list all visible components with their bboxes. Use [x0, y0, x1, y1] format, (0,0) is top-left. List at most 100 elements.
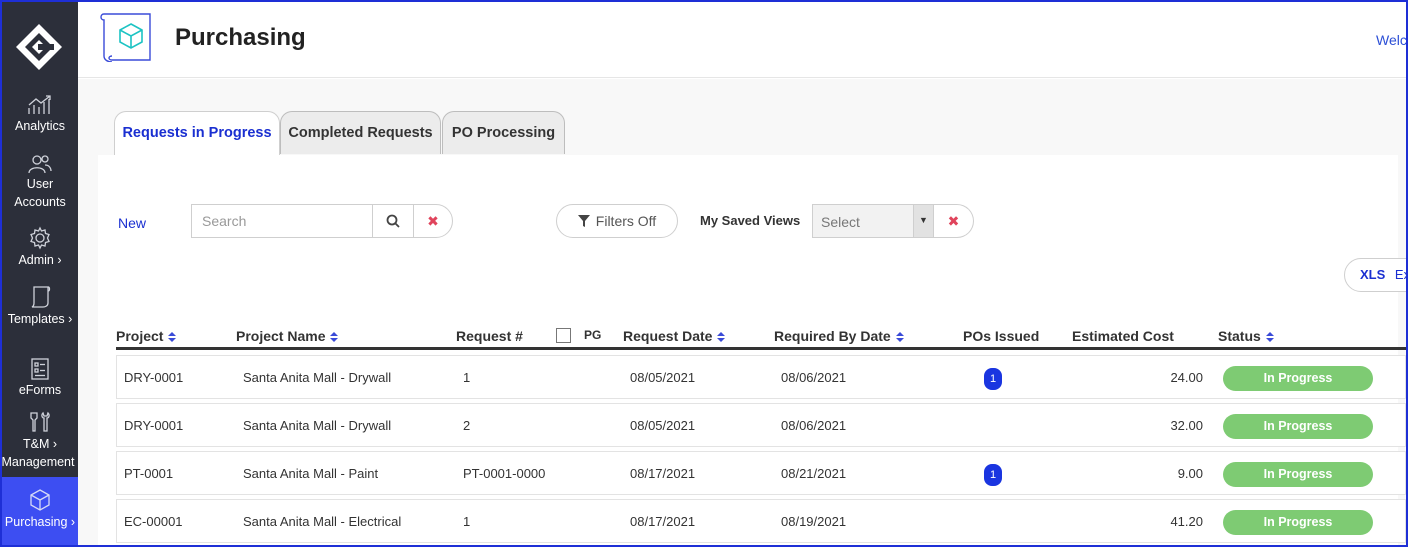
close-icon: ✖	[947, 212, 960, 229]
sidebar-item-purchasing[interactable]: Purchasing ›	[2, 477, 78, 545]
column-label: Required By Date	[774, 328, 891, 344]
search-icon	[386, 214, 400, 228]
sidebar-item-label: T&M ›	[22, 437, 58, 451]
sidebar-item-admin[interactable]: Admin ›	[2, 226, 78, 269]
column-label: Project	[116, 328, 164, 344]
status-badge: In Progress	[1223, 510, 1373, 535]
app-logo[interactable]	[14, 22, 64, 72]
cell-required-by-date: 08/06/2021	[781, 418, 847, 433]
sidebar-item-templates[interactable]: Templates ›	[2, 285, 78, 328]
search-group: ✖	[191, 204, 453, 238]
cell-project: DRY-0001	[124, 370, 184, 385]
xls-label: XLS	[1360, 267, 1386, 282]
tools-icon	[30, 411, 50, 432]
page-title: Purchasing	[175, 24, 306, 51]
main-content: Requests in Progress Completed Requests …	[78, 79, 1406, 545]
cell-project-name: Santa Anita Mall - Electrical	[243, 514, 402, 529]
sidebar-item-label: eForms	[18, 383, 62, 397]
form-icon	[31, 358, 49, 380]
sidebar-item-label-2: Management	[1, 455, 75, 469]
clear-search-button[interactable]: ✖	[414, 205, 452, 237]
users-icon	[28, 155, 52, 174]
status-badge: In Progress	[1223, 414, 1373, 439]
column-status[interactable]: Status	[1218, 328, 1274, 344]
column-project-name[interactable]: Project Name	[236, 328, 339, 344]
column-label: Request Date	[623, 328, 713, 344]
cell-project: PT-0001	[124, 466, 174, 481]
cell-estimated-cost: 32.00	[1170, 418, 1203, 433]
export-xls-button[interactable]: XLS Ex	[1344, 258, 1406, 292]
sidebar-item-user-accounts[interactable]: User Accounts	[2, 154, 78, 211]
table-row[interactable]: DRY-0001 Santa Anita Mall - Drywall 2 08…	[116, 403, 1406, 447]
cell-estimated-cost: 9.00	[1177, 466, 1203, 481]
pos-issued-badge[interactable]: 1	[984, 368, 1002, 390]
scroll-icon	[31, 286, 51, 308]
sort-icon	[1265, 332, 1274, 343]
cell-estimated-cost: 24.00	[1170, 370, 1203, 385]
search-button[interactable]	[372, 205, 414, 237]
pg-select-all-checkbox[interactable]	[556, 328, 571, 343]
table-row[interactable]: PT-0001 Santa Anita Mall - Paint PT-0001…	[116, 451, 1406, 495]
sort-icon	[168, 332, 177, 343]
cell-request-date: 08/17/2021	[630, 514, 696, 529]
cell-required-by-date: 08/19/2021	[781, 514, 847, 529]
cell-required-by-date: 08/06/2021	[781, 370, 847, 385]
tab-completed-requests[interactable]: Completed Requests	[280, 111, 441, 154]
page-header: Purchasing Welc	[78, 2, 1406, 78]
purchasing-cube-icon	[98, 10, 156, 63]
tab-po-processing[interactable]: PO Processing	[442, 111, 565, 154]
chart-up-icon	[28, 95, 51, 114]
new-request-link[interactable]: New	[118, 215, 146, 231]
table-row[interactable]: DRY-0001 Santa Anita Mall - Drywall 1 08…	[116, 355, 1406, 399]
pos-issued-badge[interactable]: 1	[984, 464, 1002, 486]
sidebar-item-label: User Accounts	[14, 177, 66, 209]
column-project[interactable]: Project	[116, 328, 177, 344]
sidebar-item-analytics[interactable]: Analytics	[2, 94, 78, 135]
column-label: Request #	[456, 328, 523, 344]
column-required-by-date[interactable]: Required By Date	[774, 328, 904, 344]
cell-project-name: Santa Anita Mall - Drywall	[243, 370, 392, 385]
table-row[interactable]: EC-00001 Santa Anita Mall - Electrical 1…	[116, 499, 1406, 543]
filters-toggle-button[interactable]: Filters Off	[556, 204, 678, 238]
close-icon: ✖	[427, 212, 439, 229]
cell-request-number: 2	[463, 418, 471, 433]
status-badge: In Progress	[1223, 366, 1373, 391]
sort-icon	[717, 332, 726, 343]
sidebar-item-label: Admin ›	[18, 253, 62, 267]
cell-request-number: 1	[463, 370, 471, 385]
filters-label: Filters Off	[595, 213, 657, 229]
caret-down-icon: ▼	[913, 205, 933, 237]
gear-icon	[30, 226, 50, 250]
cell-request-date: 08/05/2021	[630, 418, 696, 433]
filter-icon	[577, 215, 590, 227]
column-request-number: Request #	[456, 328, 523, 344]
status-badge: In Progress	[1223, 462, 1373, 487]
column-pg: PG	[584, 328, 601, 342]
column-label: Status	[1218, 328, 1261, 344]
cell-project-name: Santa Anita Mall - Paint	[243, 466, 379, 481]
cube-icon	[30, 489, 50, 511]
tab-requests-in-progress[interactable]: Requests in Progress	[114, 111, 280, 155]
cell-request-number: 1	[463, 514, 471, 529]
saved-views-label: My Saved Views	[700, 213, 801, 228]
sidebar-item-label: Templates ›	[7, 312, 73, 326]
cell-project-name: Santa Anita Mall - Drywall	[243, 418, 392, 433]
sort-icon	[330, 332, 339, 343]
column-label: Estimated Cost	[1072, 328, 1174, 344]
cell-required-by-date: 08/21/2021	[781, 466, 847, 481]
sidebar-item-eforms[interactable]: eForms	[2, 358, 78, 399]
cell-request-number: PT-0001-0000	[463, 466, 546, 481]
sidebar-item-label: Analytics	[14, 119, 66, 133]
saved-views-select[interactable]: Select ▼	[812, 204, 934, 238]
welcome-link[interactable]: Welc	[1376, 32, 1406, 48]
cell-estimated-cost: 41.20	[1170, 514, 1203, 529]
clear-saved-view-button[interactable]: ✖	[934, 204, 974, 238]
search-input[interactable]	[192, 205, 372, 237]
sidebar-item-tm-management[interactable]: T&M › Management	[2, 410, 78, 471]
column-request-date[interactable]: Request Date	[623, 328, 726, 344]
cell-project: DRY-0001	[124, 418, 184, 433]
column-label: POs Issued	[963, 328, 1040, 344]
cell-request-date: 08/17/2021	[630, 466, 696, 481]
column-label: PG	[584, 328, 602, 342]
column-estimated-cost: Estimated Cost	[1072, 328, 1174, 344]
